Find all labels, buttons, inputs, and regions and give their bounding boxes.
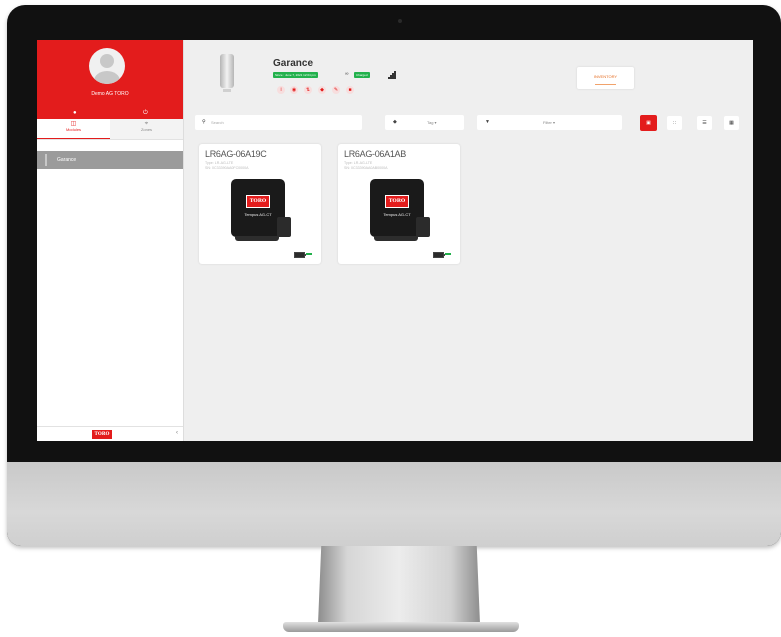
collapse-sidebar-icon[interactable]: ‹ (176, 430, 178, 436)
sync-icon[interactable]: ⇅ (304, 86, 312, 94)
imac-chin (7, 462, 781, 546)
filter-dropdown[interactable]: ▼ Filter ▾ (477, 115, 622, 130)
module-card[interactable]: LR6AG-06A1AB Type: LR-AG-LTE SN: 0C33390… (338, 144, 460, 264)
info-icon[interactable]: i (277, 86, 285, 94)
large-grid-icon: ▣ (646, 120, 651, 126)
product-name: Tempus AG-CT (383, 212, 411, 217)
charge-badge: Charged (354, 72, 370, 78)
toolbar: ⚲ Search ◆ Tag ▾ ▼ Filter ▾ ▣ ∷ ☰ ▦ (195, 115, 747, 131)
search-placeholder: Search (211, 120, 224, 125)
search-input[interactable]: ⚲ Search (195, 115, 362, 130)
sidebar-tabs: ◫ Modules ⌖ Zones (37, 119, 183, 140)
link-icon: ∞ (345, 71, 349, 77)
sidebar-item-garance[interactable]: Garance (37, 151, 183, 169)
module-id: LR6AG-06A19C (205, 149, 267, 159)
device-image: TORO Tempus AG-CT (231, 179, 291, 242)
device-header: Garance Since : June 7, 2021 12:04 pm ∞ … (184, 40, 753, 100)
tag-dropdown-label: Tag ▾ (427, 120, 437, 125)
device-thumbnail (220, 54, 234, 92)
user-icon[interactable]: ● (73, 110, 77, 116)
tab-zones-label: Zones (140, 127, 153, 132)
profile-icon-row: ● ⏻ (37, 109, 183, 119)
toro-logo: TORO (91, 429, 113, 440)
sidebar: Demo AG TORO ● ⏻ ◫ Modules ⌖ Zones Garan… (37, 40, 184, 441)
avatar[interactable] (89, 48, 125, 84)
zone-marker (45, 154, 47, 166)
camera-dot (398, 19, 402, 23)
list-icon: ☰ (702, 120, 707, 126)
tab-zones[interactable]: ⌖ Zones (110, 119, 183, 139)
filter-icon: ▼ (485, 119, 490, 125)
profile-panel: Demo AG TORO (37, 40, 183, 109)
map-view-button[interactable]: ▦ (724, 116, 739, 130)
list-view-button[interactable]: ☰ (697, 116, 712, 130)
imac-stand (318, 546, 480, 624)
signal-indicator (445, 253, 451, 255)
power-icon[interactable]: ⏻ (143, 110, 148, 117)
avatar-head (100, 54, 114, 68)
product-name: Tempus AG-CT (244, 212, 272, 217)
battery-icon (433, 252, 445, 258)
module-id: LR6AG-06A1AB (344, 149, 406, 159)
toro-logo: TORO (385, 195, 409, 208)
sidebar-item-label: Garance (57, 157, 77, 163)
search-icon: ⚲ (202, 119, 206, 125)
tag-dropdown[interactable]: ◆ Tag ▾ (385, 115, 464, 130)
tab-modules-label: Modules (65, 127, 82, 132)
small-grid-icon: ∷ (672, 120, 677, 126)
module-serial: SN: 0C33390AA0AB0000A (344, 166, 388, 170)
device-name: Garance (273, 58, 314, 69)
tag-icon: ◆ (393, 119, 397, 125)
sidebar-footer: TORO ‹ (37, 426, 183, 441)
delete-icon[interactable]: ■ (346, 86, 354, 94)
module-serial: SN: 0C33390AA0FC0000A (205, 166, 249, 170)
module-type: Type: LR-AG-LTE (205, 161, 234, 165)
module-type: Type: LR-AG-LTE (344, 161, 373, 165)
status-badge: Since : June 7, 2021 12:04 pm (273, 72, 318, 78)
toro-logo: TORO (246, 195, 270, 208)
small-grid-view-button[interactable]: ∷ (667, 116, 682, 130)
battery-icon (294, 252, 306, 258)
large-grid-view-button[interactable]: ▣ (640, 115, 657, 131)
main-content: Garance Since : June 7, 2021 12:04 pm ∞ … (184, 40, 753, 441)
imac-stand-base (283, 622, 519, 632)
map-icon: ▦ (729, 120, 734, 126)
signal-indicator (306, 253, 312, 255)
filter-dropdown-label: Filter ▾ (543, 120, 556, 125)
module-card[interactable]: LR6AG-06A19C Type: LR-AG-LTE SN: 0C33390… (199, 144, 321, 264)
location-icon[interactable]: ◉ (290, 86, 298, 94)
app-screen: Demo AG TORO ● ⏻ ◫ Modules ⌖ Zones Garan… (37, 40, 753, 441)
inventory-button[interactable]: INVENTORY (577, 67, 634, 89)
tab-modules[interactable]: ◫ Modules (37, 119, 110, 139)
tag-icon[interactable]: ◆ (318, 86, 326, 94)
avatar-body (94, 71, 120, 84)
edit-icon[interactable]: ✎ (332, 86, 340, 94)
device-image: TORO Tempus AG-CT (370, 179, 430, 242)
user-name: Demo AG TORO (91, 91, 129, 97)
